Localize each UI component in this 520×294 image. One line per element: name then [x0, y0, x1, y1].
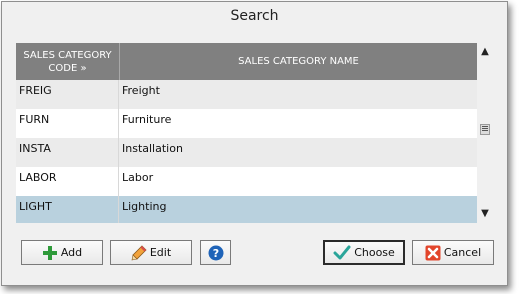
sales-category-grid: SALES CATEGORY CODE » SALES CATEGORY NAM…: [16, 43, 477, 223]
scroll-up-arrow-icon[interactable]: ▲: [478, 45, 492, 59]
table-row-selected[interactable]: LIGHT Lighting: [16, 196, 477, 223]
x-icon: [425, 245, 441, 261]
cell-name: Lighting: [122, 200, 167, 213]
choose-button-label: Choose: [354, 246, 395, 259]
edit-button[interactable]: Edit: [110, 240, 192, 265]
cell-name: Labor: [122, 171, 154, 184]
column-header-sales-category-code[interactable]: SALES CATEGORY CODE »: [16, 43, 120, 80]
vertical-scrollbar[interactable]: ▲ ▼: [478, 43, 492, 223]
cell-code: FREIG: [16, 80, 119, 109]
scroll-down-arrow-icon[interactable]: ▼: [478, 207, 492, 221]
cell-code: LIGHT: [16, 196, 119, 223]
plus-icon: [42, 245, 58, 261]
cell-name: Freight: [122, 84, 160, 97]
cell-code: INSTA: [16, 138, 119, 167]
pencil-icon: [131, 244, 147, 261]
cell-name: Furniture: [122, 113, 172, 126]
choose-button[interactable]: Choose: [323, 240, 405, 265]
help-icon: ?: [208, 245, 224, 261]
table-row[interactable]: FREIG Freight: [16, 80, 477, 109]
cell-name: Installation: [122, 142, 183, 155]
table-row[interactable]: INSTA Installation: [16, 138, 477, 167]
svg-text:?: ?: [212, 247, 218, 260]
cell-code: LABOR: [16, 167, 119, 196]
help-button[interactable]: ?: [200, 240, 231, 265]
cancel-button[interactable]: Cancel: [412, 240, 494, 265]
column-header-sales-category-name[interactable]: SALES CATEGORY NAME: [120, 43, 477, 80]
cell-code: FURN: [16, 109, 119, 138]
scroll-thumb[interactable]: [480, 124, 490, 135]
table-row[interactable]: FURN Furniture: [16, 109, 477, 138]
add-button-label: Add: [60, 246, 83, 259]
table-row[interactable]: LABOR Labor: [16, 167, 477, 196]
dialog-title: Search: [230, 8, 279, 24]
add-button[interactable]: Add: [21, 240, 103, 265]
grid-header: SALES CATEGORY CODE » SALES CATEGORY NAM…: [16, 43, 477, 80]
checkmark-icon: [333, 245, 351, 261]
search-dialog: Search SALES CATEGORY CODE » SALES CATEG…: [1, 1, 508, 286]
edit-button-label: Edit: [149, 246, 172, 259]
cancel-button-label: Cancel: [443, 246, 482, 259]
